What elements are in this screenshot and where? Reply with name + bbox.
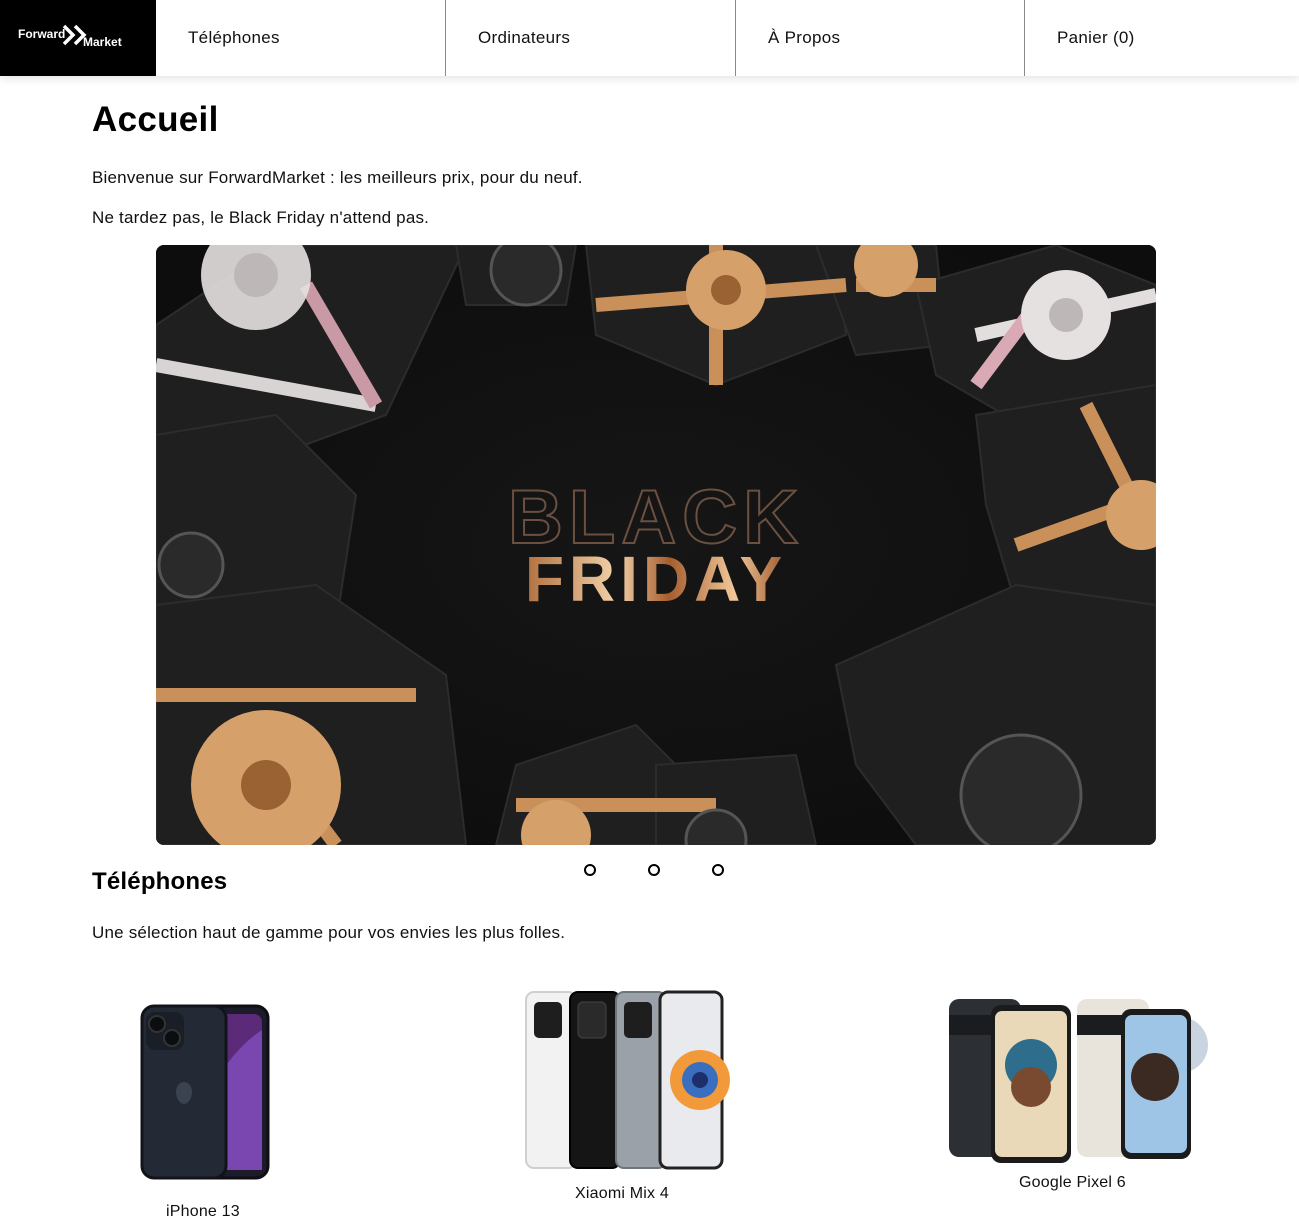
nav-item-telephones[interactable]: Téléphones bbox=[156, 0, 446, 76]
product-card-iphone-13[interactable]: iPhone 13 bbox=[120, 990, 290, 1226]
promo-text: Ne tardez pas, le Black Friday n'attend … bbox=[92, 208, 430, 227]
product-image-google-pixel-6 bbox=[949, 999, 1208, 1163]
section-title-telephones: Téléphones bbox=[92, 868, 228, 895]
product-card-xiaomi-mix-4[interactable]: Xiaomi Mix 4 bbox=[520, 988, 730, 1208]
top-navbar: Forward Market Téléphones Ordinateurs À … bbox=[0, 0, 1299, 76]
brand-logo-market: Market bbox=[83, 35, 122, 49]
carousel-indicators bbox=[584, 864, 744, 880]
product-image-xiaomi-mix-4 bbox=[525, 990, 730, 1170]
product-name: iPhone 13 bbox=[166, 1203, 240, 1220]
carousel-dot-1[interactable] bbox=[584, 864, 596, 876]
banner-friday-text: FRIDAY bbox=[525, 543, 787, 615]
product-name: Xiaomi Mix 4 bbox=[575, 1185, 669, 1202]
carousel-dot-3[interactable] bbox=[712, 864, 724, 876]
product-name: Google Pixel 6 bbox=[1019, 1174, 1126, 1191]
nav-item-panier[interactable]: Panier (0) bbox=[1025, 0, 1299, 76]
product-card-google-pixel-6[interactable]: Google Pixel 6 bbox=[945, 995, 1215, 1205]
section-subtitle: Une sélection haut de gamme pour vos env… bbox=[92, 923, 566, 942]
black-friday-banner-image: BLACK FRIDAY bbox=[156, 245, 1156, 845]
carousel-dot-2[interactable] bbox=[648, 864, 660, 876]
brand-logo[interactable]: Forward Market bbox=[0, 0, 156, 76]
brand-logo-forward: Forward bbox=[18, 27, 66, 41]
product-image-iphone-13 bbox=[140, 1004, 270, 1180]
nav-item-a-propos[interactable]: À Propos bbox=[736, 0, 1025, 76]
page-title: Accueil bbox=[92, 100, 219, 139]
welcome-text: Bienvenue sur ForwardMarket : les meille… bbox=[92, 168, 583, 187]
hero-carousel-slide[interactable]: BLACK FRIDAY bbox=[156, 245, 1156, 845]
nav-item-ordinateurs[interactable]: Ordinateurs bbox=[446, 0, 736, 76]
